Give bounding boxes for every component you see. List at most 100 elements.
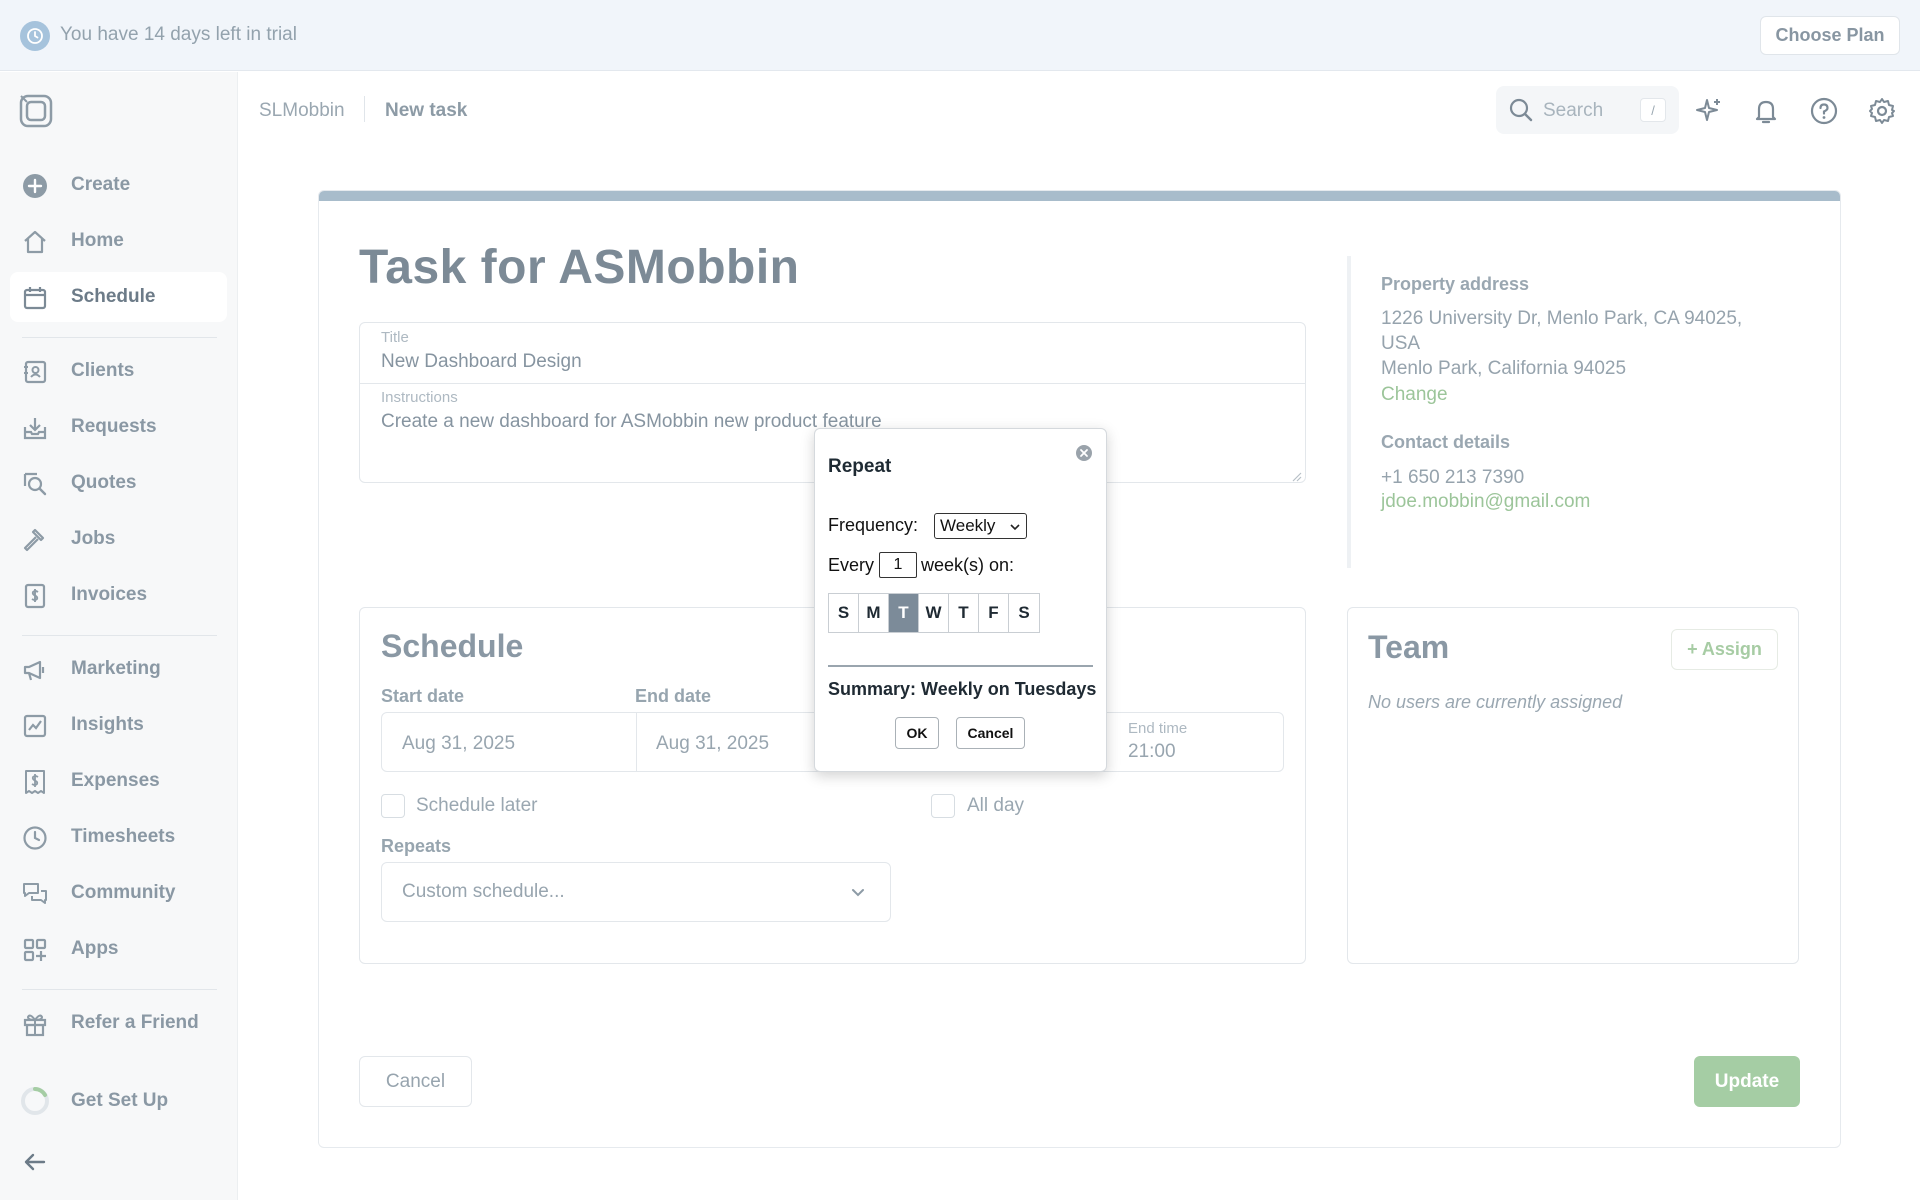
gift-icon bbox=[22, 1011, 48, 1037]
sidebar-item-label: Insights bbox=[71, 714, 144, 735]
sidebar-item-label: Schedule bbox=[71, 286, 156, 307]
sidebar-item-marketing[interactable]: Marketing bbox=[10, 644, 227, 694]
team-heading: Team bbox=[1368, 629, 1450, 665]
breadcrumb-separator bbox=[364, 96, 365, 122]
gear-icon[interactable] bbox=[1867, 96, 1897, 126]
title-field[interactable]: New Dashboard Design bbox=[381, 351, 582, 373]
title-field-label: Title bbox=[381, 329, 409, 346]
ok-button[interactable]: OK bbox=[895, 717, 939, 749]
repeat-dialog-title: Repeat bbox=[828, 456, 892, 477]
day-toggle-sunday[interactable]: S bbox=[829, 594, 859, 632]
search-shortcut-key: / bbox=[1640, 98, 1666, 122]
sidebar-item-jobs[interactable]: Jobs bbox=[10, 514, 227, 564]
interval-input[interactable]: 1 bbox=[879, 552, 917, 578]
day-toggle-monday[interactable]: M bbox=[859, 594, 889, 632]
frequency-select[interactable]: Weekly bbox=[934, 513, 1027, 539]
sidebar-item-label: Community bbox=[71, 882, 176, 903]
sidebar-item-invoices[interactable]: Invoices bbox=[10, 570, 227, 620]
sidebar-item-label: Apps bbox=[71, 938, 119, 959]
property-address-line-1: 1226 University Dr, Menlo Park, CA 94025… bbox=[1381, 308, 1743, 329]
sidebar-item-label: Expenses bbox=[71, 770, 160, 791]
day-toggle-thursday[interactable]: T bbox=[949, 594, 979, 632]
invoice-dollar-icon bbox=[22, 583, 48, 609]
end-date-input[interactable]: Aug 31, 2025 bbox=[656, 733, 769, 755]
contact-book-icon bbox=[22, 359, 48, 385]
search-placeholder: Search bbox=[1543, 100, 1604, 121]
sidebar-item-schedule[interactable]: Schedule bbox=[10, 272, 227, 322]
info-column-divider bbox=[1347, 256, 1351, 568]
sidebar-item-create[interactable]: Create bbox=[10, 160, 227, 210]
repeat-dialog: Repeat Frequency: Weekly Every 1 week(s)… bbox=[814, 428, 1107, 772]
close-icon[interactable] bbox=[1075, 444, 1093, 462]
sidebar: Create Home Schedule Clients Requests Qu… bbox=[0, 72, 238, 1200]
sidebar-item-label: Jobs bbox=[71, 528, 116, 549]
every-label: Every bbox=[828, 555, 875, 575]
search-input[interactable]: Search / bbox=[1496, 86, 1679, 134]
chart-icon bbox=[22, 713, 48, 739]
sidebar-item-insights[interactable]: Insights bbox=[10, 700, 227, 750]
cancel-button[interactable]: Cancel bbox=[359, 1056, 472, 1107]
sidebar-item-clients[interactable]: Clients bbox=[10, 346, 227, 396]
apps-grid-icon bbox=[22, 937, 48, 963]
sidebar-item-get-set-up[interactable]: Get Set Up bbox=[10, 1076, 227, 1126]
help-icon[interactable] bbox=[1809, 96, 1839, 126]
form-divider bbox=[360, 383, 1305, 384]
repeats-label: Repeats bbox=[381, 836, 452, 856]
sidebar-item-quotes[interactable]: Quotes bbox=[10, 458, 227, 508]
sidebar-item-home[interactable]: Home bbox=[10, 216, 227, 266]
bell-icon[interactable] bbox=[1751, 96, 1781, 126]
schedule-later-label: Schedule later bbox=[416, 795, 538, 816]
home-icon bbox=[22, 229, 48, 255]
sidebar-item-label: Home bbox=[71, 230, 124, 251]
update-button[interactable]: Update bbox=[1694, 1056, 1800, 1107]
clock-icon bbox=[20, 21, 50, 51]
day-toggle-friday[interactable]: F bbox=[979, 594, 1009, 632]
sparkles-icon[interactable] bbox=[1694, 96, 1724, 126]
quote-search-icon bbox=[22, 471, 48, 497]
sidebar-item-requests[interactable]: Requests bbox=[10, 402, 227, 452]
all-day-label: All day bbox=[967, 795, 1025, 816]
sidebar-item-expenses[interactable]: Expenses bbox=[10, 756, 227, 806]
sidebar-item-timesheets[interactable]: Timesheets bbox=[10, 812, 227, 862]
breadcrumb-company[interactable]: SLMobbin bbox=[259, 100, 345, 122]
property-address-heading: Property address bbox=[1381, 274, 1530, 294]
inbox-download-icon bbox=[22, 415, 48, 441]
instructions-field-label: Instructions bbox=[381, 389, 458, 406]
collapse-sidebar-button[interactable] bbox=[10, 1136, 227, 1186]
schedule-later-checkbox[interactable] bbox=[381, 794, 405, 818]
assign-button[interactable]: + Assign bbox=[1671, 629, 1778, 670]
sidebar-item-apps[interactable]: Apps bbox=[10, 924, 227, 974]
resize-handle-icon[interactable] bbox=[1292, 469, 1302, 482]
sidebar-divider bbox=[22, 635, 217, 636]
chevron-down-icon bbox=[1008, 519, 1022, 533]
end-time-input[interactable]: 21:00 bbox=[1128, 741, 1176, 763]
start-date-input[interactable]: Aug 31, 2025 bbox=[402, 733, 515, 755]
dialog-cancel-button[interactable]: Cancel bbox=[956, 717, 1025, 749]
weekday-picker: S M T W T F S bbox=[828, 593, 1040, 633]
contact-email-link[interactable]: jdoe.mobbin@gmail.com bbox=[1381, 491, 1590, 513]
sidebar-item-label: Timesheets bbox=[71, 826, 176, 847]
sidebar-item-refer-a-friend[interactable]: Refer a Friend bbox=[10, 998, 227, 1048]
all-day-checkbox[interactable] bbox=[931, 794, 955, 818]
progress-ring-icon bbox=[20, 1086, 50, 1116]
app-logo-icon[interactable] bbox=[18, 93, 54, 129]
card-accent-bar bbox=[319, 191, 1840, 201]
day-toggle-saturday[interactable]: S bbox=[1009, 594, 1039, 632]
repeat-summary: Summary: Weekly on Tuesdays bbox=[828, 679, 1097, 699]
plus-circle-icon bbox=[22, 173, 48, 199]
day-toggle-tuesday[interactable]: T bbox=[889, 594, 919, 632]
instructions-field[interactable]: Create a new dashboard for ASMobbin new … bbox=[381, 411, 882, 433]
repeats-value: Custom schedule... bbox=[402, 881, 565, 902]
chat-bubbles-icon bbox=[22, 881, 48, 907]
change-address-link[interactable]: Change bbox=[1381, 384, 1448, 406]
property-address-line-2: USA bbox=[1381, 333, 1421, 354]
megaphone-icon bbox=[22, 657, 48, 683]
choose-plan-button[interactable]: Choose Plan bbox=[1760, 16, 1900, 55]
interval-unit-label: week(s) on: bbox=[921, 555, 1015, 575]
sidebar-item-community[interactable]: Community bbox=[10, 868, 227, 918]
repeats-select[interactable]: Custom schedule... bbox=[381, 862, 891, 922]
frequency-value: Weekly bbox=[940, 516, 996, 535]
day-toggle-wednesday[interactable]: W bbox=[919, 594, 949, 632]
receipt-dollar-icon bbox=[22, 769, 48, 795]
sidebar-item-label: Clients bbox=[71, 360, 135, 381]
